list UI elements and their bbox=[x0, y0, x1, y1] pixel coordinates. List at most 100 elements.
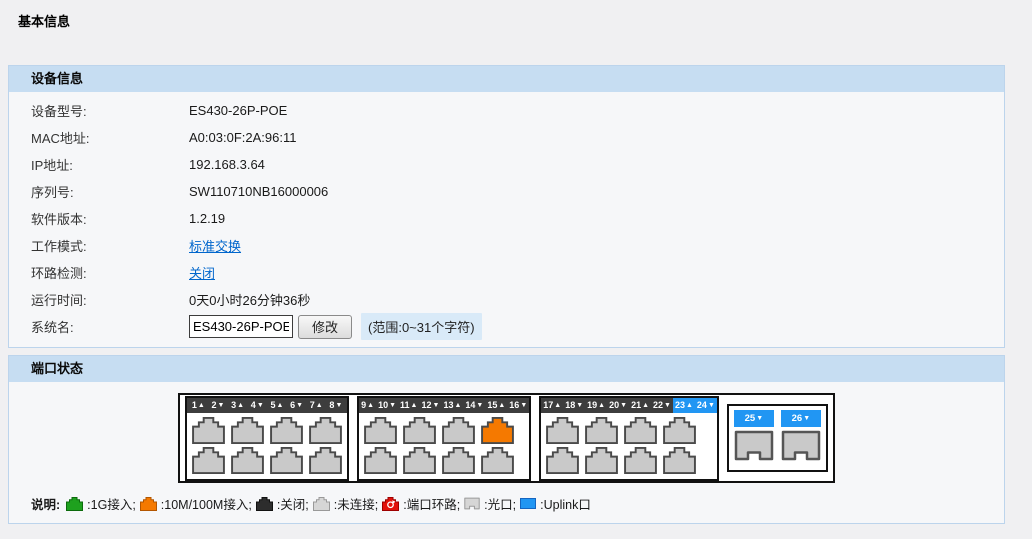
port-3-rj45-icon bbox=[231, 417, 264, 444]
legend-item: :未连接; bbox=[313, 494, 378, 513]
port-22-rj45-icon bbox=[624, 447, 657, 474]
port-6-label: 6▼ bbox=[288, 398, 305, 413]
port-group-1: 1▲2▼3▲4▼5▲6▼7▲8▼ bbox=[185, 396, 349, 481]
triangle-up-icon: ▲ bbox=[598, 402, 605, 409]
port-23-label: 23▲ bbox=[673, 398, 695, 413]
port-18-label: 18▼ bbox=[563, 398, 585, 413]
triangle-down-icon: ▼ bbox=[218, 402, 225, 409]
port-status-header: 端口状态 bbox=[9, 356, 1004, 382]
port-loop-red-icon bbox=[382, 497, 399, 511]
port-21-label: 21▲ bbox=[629, 398, 651, 413]
triangle-down-icon: ▼ bbox=[389, 402, 396, 409]
work-mode-label: 工作模式: bbox=[31, 236, 189, 255]
triangle-up-icon: ▲ bbox=[316, 402, 323, 409]
serial-number-row: 序列号:SW110710NB16000006 bbox=[9, 178, 1004, 205]
work-mode-value: 标准交换 bbox=[189, 236, 241, 255]
port-3-label: 3▲ bbox=[229, 398, 246, 413]
triangle-down-icon: ▼ bbox=[708, 402, 715, 409]
port-20-label: 20▼ bbox=[607, 398, 629, 413]
port-gray-icon bbox=[313, 497, 330, 511]
legend-item: :10M/100M接入; bbox=[140, 494, 252, 513]
port-orange-icon bbox=[140, 497, 157, 511]
fiber-port-25-icon bbox=[734, 430, 774, 466]
port-16-label: 16▼ bbox=[507, 398, 529, 413]
software-version-label: 软件版本: bbox=[31, 209, 189, 228]
legend-item-text: :Uplink口 bbox=[540, 494, 591, 513]
triangle-up-icon: ▲ bbox=[276, 402, 283, 409]
legend-item-text: :光口; bbox=[484, 494, 516, 513]
legend-item-text: :关闭; bbox=[277, 494, 309, 513]
loop-detect-link[interactable]: 关闭 bbox=[189, 266, 215, 281]
port-status-panel: 端口状态 1▲2▼3▲4▼5▲6▼7▲8▼9▲10▼11▲12▼13▲14▼15… bbox=[8, 355, 1005, 524]
triangle-down-icon: ▼ bbox=[803, 415, 810, 422]
device-model-label: 设备型号: bbox=[31, 101, 189, 120]
port-diagram-outer-box: 1▲2▼3▲4▼5▲6▼7▲8▼9▲10▼11▲12▼13▲14▼15▲16▼1… bbox=[178, 393, 835, 483]
page-title: 基本信息 bbox=[18, 11, 1032, 30]
port-8-rj45-icon bbox=[309, 447, 342, 474]
software-version-value: 1.2.19 bbox=[189, 211, 225, 226]
port-17-rj45-icon bbox=[546, 417, 579, 444]
port-22-label: 22▼ bbox=[651, 398, 673, 413]
triangle-down-icon: ▼ bbox=[433, 402, 440, 409]
modify-button[interactable]: 修改 bbox=[298, 315, 352, 339]
uplink-port-25: 25▼ bbox=[734, 410, 774, 466]
port-15-label: 15▲ bbox=[485, 398, 507, 413]
port-17-label: 17▲ bbox=[541, 398, 563, 413]
work-mode-link[interactable]: 标准交换 bbox=[189, 239, 241, 254]
triangle-up-icon: ▲ bbox=[367, 402, 374, 409]
legend-item: :光口; bbox=[464, 494, 516, 513]
loop-detect-row: 环路检测:关闭 bbox=[9, 259, 1004, 286]
triangle-up-icon: ▲ bbox=[454, 402, 461, 409]
legend-item: :1G接入; bbox=[66, 494, 136, 513]
triangle-up-icon: ▲ bbox=[642, 402, 649, 409]
system-name-controls: 修改 (范围:0~31个字符) bbox=[189, 313, 482, 340]
legend-item: :端口环路; bbox=[382, 494, 460, 513]
port-1-label: 1▲ bbox=[190, 398, 207, 413]
software-version-row: 软件版本:1.2.19 bbox=[9, 205, 1004, 232]
port-16-rj45-icon bbox=[481, 447, 514, 474]
system-name-label: 系统名: bbox=[31, 317, 189, 336]
port-12-rj45-icon bbox=[403, 447, 436, 474]
device-info-rows: 设备型号:ES430-26P-POEMAC地址:A0:03:0F:2A:96:1… bbox=[9, 97, 1004, 313]
port-4-rj45-icon bbox=[231, 447, 264, 474]
uplink-port-26: 26▼ bbox=[781, 410, 821, 466]
port-4-label: 4▼ bbox=[249, 398, 266, 413]
triangle-down-icon: ▼ bbox=[620, 402, 627, 409]
port-10-label: 10▼ bbox=[376, 398, 398, 413]
port-11-label: 11▲ bbox=[398, 398, 419, 413]
mac-address-value: A0:03:0F:2A:96:11 bbox=[189, 130, 296, 145]
port-24-label: 24▼ bbox=[695, 398, 717, 413]
uptime-value: 0天0小时26分钟36秒 bbox=[189, 290, 310, 309]
port-18-rj45-icon bbox=[546, 447, 579, 474]
port-green-icon bbox=[66, 497, 83, 511]
port-1-rj45-icon bbox=[192, 417, 225, 444]
ip-address-value: 192.168.3.64 bbox=[189, 157, 265, 172]
system-name-input[interactable] bbox=[189, 315, 293, 338]
mac-address-label: MAC地址: bbox=[31, 128, 189, 147]
legend-item: :Uplink口 bbox=[520, 494, 591, 513]
triangle-down-icon: ▼ bbox=[257, 402, 264, 409]
port-group-grid-3 bbox=[541, 413, 717, 479]
uptime-label: 运行时间: bbox=[31, 290, 189, 309]
port-12-label: 12▼ bbox=[419, 398, 441, 413]
system-name-hint: (范围:0~31个字符) bbox=[361, 313, 482, 340]
triangle-down-icon: ▼ bbox=[520, 402, 527, 409]
uplink-port-25-label: 25▼ bbox=[734, 410, 774, 427]
port-10-rj45-icon bbox=[364, 447, 397, 474]
triangle-up-icon: ▲ bbox=[554, 402, 561, 409]
ip-address-label: IP地址: bbox=[31, 155, 189, 174]
legend-item-text: :未连接; bbox=[334, 494, 378, 513]
triangle-up-icon: ▲ bbox=[411, 402, 418, 409]
port-7-label: 7▲ bbox=[308, 398, 325, 413]
port-group-2: 9▲10▼11▲12▼13▲14▼15▲16▼ bbox=[357, 396, 531, 481]
port-19-rj45-icon bbox=[585, 417, 618, 444]
uplink-box: 25▼ 26▼ bbox=[727, 404, 828, 472]
port-group-header-3: 17▲18▼19▲20▼21▲22▼23▲24▼ bbox=[541, 398, 717, 413]
port-11-rj45-icon bbox=[403, 417, 436, 444]
port-24-rj45-icon bbox=[663, 447, 696, 474]
fiber-port-icon bbox=[464, 497, 480, 510]
device-model-value: ES430-26P-POE bbox=[189, 103, 287, 118]
port-group-grid-2 bbox=[359, 413, 529, 479]
port-9-label: 9▲ bbox=[359, 398, 376, 413]
triangle-up-icon: ▲ bbox=[198, 402, 205, 409]
